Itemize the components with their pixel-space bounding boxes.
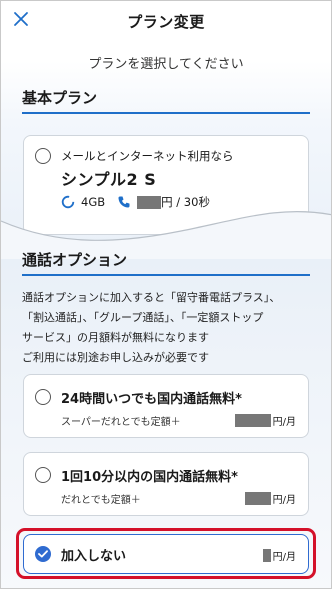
selection-highlight bbox=[16, 528, 316, 579]
option-10min-card[interactable]: 1回10分以内の国内通話無料* だれとでも定額＋ 円/月 bbox=[23, 452, 309, 516]
call-option-description: 通話オプションに加入すると「留守番電話プラス」、 「割込通話」、「グループ通話」… bbox=[22, 288, 319, 368]
option-24h-card[interactable]: 24時間いつでも国内通話無料* スーパーだれとでも定額＋ 円/月 bbox=[23, 374, 309, 438]
price-suffix: 円/月 bbox=[272, 417, 296, 428]
instruction-text: プランを選択してください bbox=[88, 57, 244, 72]
call-option-heading: 通話オプション bbox=[22, 251, 128, 269]
plan-description: メールとインターネット利用なら bbox=[61, 149, 234, 163]
option-sub-label: だれとでも定額＋ bbox=[61, 495, 141, 506]
page-title: プラン変更 bbox=[127, 13, 205, 31]
redacted-price bbox=[234, 414, 271, 427]
description-line: サービス」の月額料が無料になります bbox=[22, 331, 209, 344]
section-divider bbox=[22, 274, 310, 276]
description-line: ご利用には別途お申し込みが必要です bbox=[22, 351, 209, 364]
option-sub-label: スーパーだれとでも定額＋ bbox=[61, 417, 181, 428]
description-line: 「割込通話」、「グループ通話」、「一定額ストップ bbox=[22, 311, 264, 324]
option-radio[interactable] bbox=[35, 467, 51, 483]
description-line: 通話オプションに加入すると「留守番電話プラス」、 bbox=[22, 291, 281, 304]
option-label: 24時間いつでも国内通話無料* bbox=[61, 392, 242, 407]
redacted-price bbox=[244, 492, 271, 505]
option-label: 1回10分以内の国内通話無料* bbox=[61, 470, 238, 485]
basic-plan-heading: 基本プラン bbox=[22, 89, 98, 107]
price-suffix: 円/月 bbox=[272, 495, 296, 506]
section-divider bbox=[22, 112, 310, 114]
option-radio[interactable] bbox=[35, 389, 51, 405]
header: プラン変更 bbox=[1, 1, 331, 39]
plan-radio[interactable] bbox=[35, 148, 51, 164]
option-price: 円/月 bbox=[234, 413, 296, 428]
option-price: 円/月 bbox=[244, 491, 296, 506]
plan-name: シンプル2 S bbox=[61, 170, 157, 189]
plan-change-screen: プラン変更 プランを選択してください 基本プラン メールとインターネット利用なら… bbox=[0, 0, 332, 589]
